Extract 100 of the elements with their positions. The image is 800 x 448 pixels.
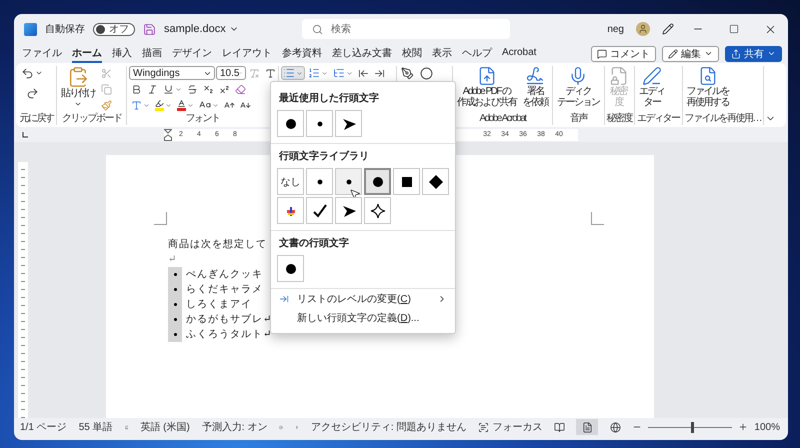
clear-all-formatting-button[interactable]: [233, 82, 248, 96]
bullet-option[interactable]: [393, 168, 420, 195]
autosave-label: 自動保存: [45, 23, 85, 36]
group-label: ファイルを再使用…: [684, 113, 761, 125]
request-signature-button[interactable]: 署名 を依頼: [520, 66, 550, 108]
margin-mark: [154, 212, 167, 225]
menu-tab[interactable]: デザイン: [172, 44, 212, 62]
maximize-icon: [729, 24, 739, 34]
page-count[interactable]: 1/1 ページ: [20, 420, 67, 434]
print-layout-button[interactable]: [576, 419, 598, 435]
section-title: 文書の行頭文字: [279, 236, 350, 250]
dictation-button[interactable]: ディク テーション: [555, 66, 602, 108]
search-field[interactable]: 検索: [302, 19, 510, 39]
accessibility-status[interactable]: アクセシビリティ: 問題ありません: [310, 420, 466, 434]
bullet-option[interactable]: [335, 197, 362, 224]
superscript-icon: [219, 84, 230, 94]
styles-button[interactable]: [399, 66, 416, 80]
indent-icon: [374, 68, 385, 78]
italic-icon: [147, 84, 158, 94]
reuse-files-button[interactable]: ファイルを 再使用する: [684, 66, 731, 108]
highlighter-icon: [155, 99, 164, 111]
share-button[interactable]: 共有: [725, 46, 782, 62]
bullet-option[interactable]: [364, 168, 391, 195]
pencil-icon: [668, 48, 678, 58]
bullet-option[interactable]: [364, 197, 391, 224]
list-item-text: かるがもサブレ↵: [186, 312, 272, 327]
bullet-option[interactable]: [306, 110, 333, 137]
font-color-icon: [177, 99, 186, 111]
menu-tab[interactable]: 校閲: [402, 44, 422, 62]
group-label: クリップボード: [60, 113, 122, 125]
menu-tab[interactable]: 差し込み文書: [332, 44, 392, 62]
font-size-field[interactable]: 10.5: [216, 66, 246, 80]
menu-tab[interactable]: レイアウト: [222, 44, 272, 62]
format-painter-button[interactable]: [99, 98, 114, 112]
tab-stop-icon[interactable]: [22, 132, 28, 138]
group-label: 秘密度: [606, 113, 632, 125]
paragraph-text: 商品は次を想定して: [168, 238, 267, 252]
bullet-option[interactable]: [306, 197, 333, 224]
bullet-option[interactable]: [422, 168, 449, 195]
editor-button[interactable]: エディ ター: [637, 66, 666, 108]
word-count[interactable]: 55 単語: [78, 420, 113, 434]
menu-item[interactable]: リストのレベルの変更(C): [271, 289, 455, 308]
language-status[interactable]: 英語 (米国): [140, 420, 190, 434]
predictive-input-status[interactable]: 予測入力: オン: [202, 420, 268, 434]
group-label: エディター: [637, 113, 680, 125]
find-button[interactable]: [418, 66, 435, 80]
check-mark-icon: [312, 202, 328, 218]
paintbrush-icon: [101, 100, 112, 110]
grow-font-icon: [224, 100, 235, 110]
zoom-in-icon: [738, 422, 748, 432]
bullet-option[interactable]: [306, 168, 333, 195]
menu-item[interactable]: 新しい行頭文字の定義(D)...: [271, 308, 455, 327]
comment-icon: [597, 48, 607, 58]
diamond-icon: [428, 174, 444, 190]
comment-button[interactable]: コメント: [591, 46, 656, 62]
zoom-slider-thumb[interactable]: [691, 422, 694, 432]
signature-icon: [525, 66, 546, 86]
focus-button[interactable]: フォーカス: [478, 420, 542, 434]
globe-icon: [610, 422, 621, 432]
menu-tab[interactable]: 参考資料: [282, 44, 322, 62]
bullet-icon: [174, 288, 176, 291]
bullet-option[interactable]: [335, 168, 362, 195]
person-icon: [638, 24, 648, 34]
search-icon: [312, 24, 323, 34]
subscript-icon: [203, 84, 214, 94]
circle-icon: [420, 66, 433, 80]
paste-button[interactable]: 貼り付け: [59, 66, 97, 108]
avatar[interactable]: [636, 22, 650, 36]
group-label: フォント: [184, 113, 220, 125]
menu-tab[interactable]: Acrobat: [502, 46, 536, 61]
pdf-share-button[interactable]: Adobe PDF の 作成および共有: [455, 66, 518, 108]
margin-mark: [591, 212, 604, 225]
pen-icon: [662, 23, 674, 35]
bullet-option[interactable]: [277, 110, 304, 137]
menu-tab[interactable]: 表示: [432, 44, 452, 62]
page-icon: [582, 422, 593, 432]
menu-tab[interactable]: 描画: [142, 44, 162, 62]
file-name-button[interactable]: sample.docx: [164, 23, 239, 35]
letter-icon: [265, 68, 276, 78]
clipboard-icon: [67, 66, 89, 88]
font-name-field[interactable]: Wingdings: [129, 66, 215, 80]
section-title: 行頭文字ライブラリ: [279, 149, 370, 163]
menu-tab[interactable]: ファイル: [22, 44, 62, 62]
copy-icon: [101, 84, 112, 94]
menu-tab[interactable]: ヘルプ: [462, 44, 492, 62]
group-label: 音声: [568, 113, 588, 125]
group-label: 元に戻す: [19, 113, 54, 125]
share-icon: [731, 48, 741, 58]
menu-tab[interactable]: 挿入: [112, 44, 132, 62]
edit-mode-button[interactable]: 編集: [662, 46, 719, 62]
bullet-option[interactable]: [335, 110, 362, 137]
outdent-icon: [358, 68, 369, 78]
zoom-level[interactable]: 100%: [754, 422, 780, 432]
bullet-option[interactable]: [277, 255, 304, 282]
strikethrough-icon: [187, 84, 198, 94]
indent-marker-icon[interactable]: [164, 128, 172, 140]
autosave-toggle[interactable]: オフ: [93, 22, 135, 36]
bullet-option[interactable]: なし: [277, 168, 304, 195]
list-level-icon: [279, 294, 289, 304]
user-name: neg: [607, 24, 624, 34]
